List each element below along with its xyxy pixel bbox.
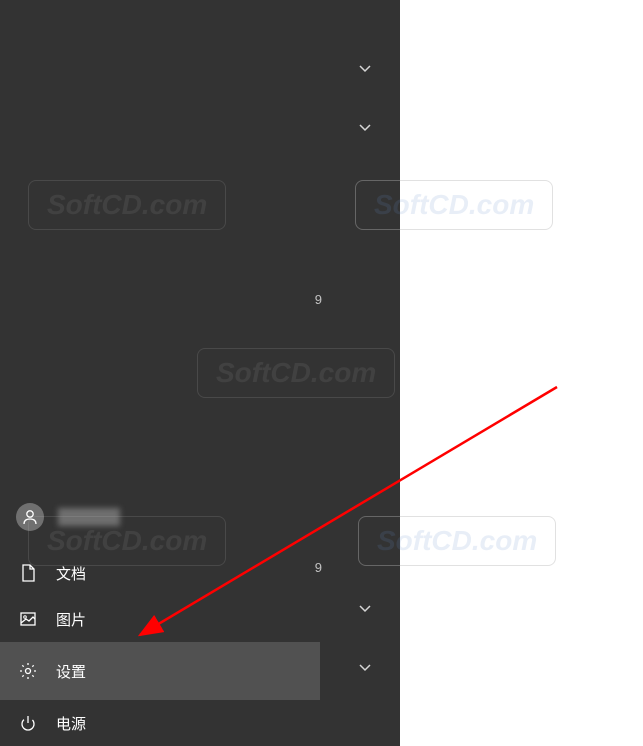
sidebar-item-pictures[interactable]: 图片	[0, 596, 320, 642]
settings-icon	[18, 661, 38, 681]
start-menu: 9 9 文档 图片	[0, 0, 400, 746]
watermark: SoftCD.com	[358, 516, 556, 566]
chevron-down-icon[interactable]	[358, 602, 372, 621]
chevron-down-icon[interactable]	[358, 121, 372, 140]
watermark: SoftCD.com	[355, 180, 553, 230]
pictures-icon	[18, 609, 38, 629]
watermark: SoftCD.com	[197, 348, 395, 398]
sidebar-item-label: 设置	[56, 661, 86, 682]
chevron-down-icon[interactable]	[358, 661, 372, 680]
watermark: SoftCD.com	[28, 516, 226, 566]
chevron-down-icon[interactable]	[358, 62, 372, 81]
power-icon	[18, 713, 38, 733]
document-icon	[18, 563, 38, 583]
sidebar-item-settings[interactable]: 设置	[0, 642, 320, 700]
partial-number: 9	[315, 292, 322, 307]
sidebar-item-label: 电源	[56, 713, 86, 734]
watermark: SoftCD.com	[28, 180, 226, 230]
sidebar-item-label: 图片	[56, 609, 86, 630]
sidebar-item-power[interactable]: 电源	[0, 700, 320, 746]
